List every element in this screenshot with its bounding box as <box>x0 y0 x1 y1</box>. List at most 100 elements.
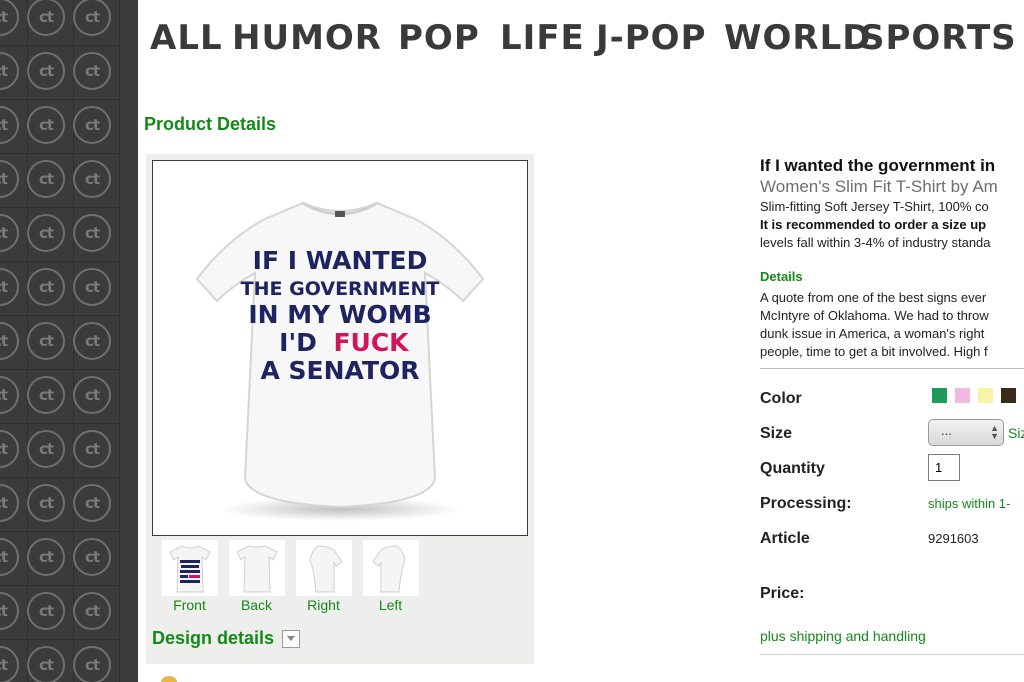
main-product-image[interactable]: IF I WANTED THE GOVERNMENT IN MY WOMB I'… <box>152 160 528 536</box>
ct-logo-tile: ct <box>22 370 74 424</box>
nav-j-pop[interactable]: J-POP <box>596 14 724 64</box>
section-heading: Product Details <box>144 114 277 134</box>
thumbnail-right-label: Right <box>307 597 340 613</box>
ct-logo-tile: ct <box>22 100 74 154</box>
nav-humor[interactable]: HUMOR <box>232 14 398 64</box>
ct-logo-icon: ct <box>73 52 111 90</box>
logo-pattern: ctctctctctctctctctctctctctctctctctctctct… <box>0 0 138 682</box>
size-select[interactable]: ... ▲ ▼ <box>928 419 1004 446</box>
details-line: McIntyre of Oklahoma. We had to throw <box>760 308 989 323</box>
ct-logo-icon: ct <box>27 430 65 468</box>
details-text: A quote from one of the best signs ever … <box>760 289 1024 361</box>
ct-logo-icon: ct <box>27 160 65 198</box>
quantity-input[interactable] <box>928 454 960 481</box>
color-swatch-brown[interactable] <box>1001 388 1016 403</box>
details-line: A quote from one of the best signs ever <box>760 290 987 305</box>
ct-logo-tile: ct <box>68 370 120 424</box>
product-description-3: levels fall within 3-4% of industry stan… <box>760 235 991 250</box>
ct-logo-icon: ct <box>0 106 19 144</box>
thumbnail-back-label: Back <box>240 597 273 613</box>
ct-logo-icon: ct <box>27 484 65 522</box>
article-label: Article <box>760 530 810 547</box>
color-swatches <box>932 388 1016 403</box>
ct-logo-tile: ct <box>68 478 120 532</box>
ct-logo-icon: ct <box>0 592 19 630</box>
ct-logo-tile: ct <box>68 100 120 154</box>
size-select-value: ... <box>941 423 952 438</box>
ct-logo-icon: ct <box>73 0 111 36</box>
shirt-text-line2: THE GOVERNMENT <box>241 278 440 300</box>
ct-logo-icon: ct <box>73 538 111 576</box>
top-nav: ALL HUMOR POP LIFE J-POP WORLD SPORTS <box>150 14 1016 64</box>
thumbnail-front-image <box>161 540 218 596</box>
ct-logo-icon: ct <box>0 322 19 360</box>
product-info: If I wanted the government in Women's Sl… <box>760 154 1024 682</box>
ct-logo-icon: ct <box>27 538 65 576</box>
ct-logo-icon: ct <box>73 214 111 252</box>
thumbnail-left[interactable]: Left <box>357 540 424 613</box>
thumbnail-row: Front Back Right Left <box>156 540 424 613</box>
ct-logo-icon: ct <box>0 160 19 198</box>
color-swatch-green[interactable] <box>932 388 947 403</box>
color-label: Color <box>760 390 802 407</box>
processing-label: Processing: <box>760 495 852 512</box>
design-details-label: Design details <box>152 628 275 648</box>
color-swatch-yellow[interactable] <box>978 388 993 403</box>
ct-logo-icon: ct <box>0 430 19 468</box>
nav-world[interactable]: WORLD <box>724 14 870 64</box>
ct-logo-tile: ct <box>68 46 120 100</box>
details-line: people, time to get a bit involved. High… <box>760 344 988 359</box>
thumbnail-front[interactable]: Front <box>156 540 223 613</box>
ct-logo-tile: ct <box>68 640 120 682</box>
ct-logo-tile: ct <box>68 316 120 370</box>
shirt-text-line1: IF I WANTED <box>253 246 428 275</box>
ct-logo-tile: ct <box>22 0 74 46</box>
ct-logo-tile: ct <box>22 154 74 208</box>
ct-logo-tile: ct <box>68 0 120 46</box>
ct-logo-icon: ct <box>73 430 111 468</box>
details-line: dunk issue in America, a woman's right <box>760 326 985 341</box>
nav-pop[interactable]: POP <box>398 14 500 64</box>
thumbnail-front-label: Front <box>173 597 206 613</box>
quantity-label: Quantity <box>760 460 825 477</box>
shipping-note: plus shipping and handling <box>760 628 926 644</box>
thumbnail-right[interactable]: Right <box>290 540 357 613</box>
divider <box>760 368 1024 369</box>
product-image-panel: IF I WANTED THE GOVERNMENT IN MY WOMB I'… <box>146 154 534 664</box>
ct-logo-icon: ct <box>0 646 19 682</box>
ct-logo-icon: ct <box>27 268 65 306</box>
ct-logo-tile: ct <box>68 424 120 478</box>
color-swatch-pink[interactable] <box>955 388 970 403</box>
ct-logo-tile: ct <box>22 532 74 586</box>
ct-logo-icon: ct <box>27 0 65 36</box>
nav-sports[interactable]: SPORTS <box>860 14 1016 64</box>
ct-logo-icon: ct <box>0 484 19 522</box>
ct-logo-tile: ct <box>22 640 74 682</box>
ct-logo-icon: ct <box>0 268 19 306</box>
size-chart-link[interactable]: Siz <box>1008 425 1024 441</box>
ct-logo-tile: ct <box>22 316 74 370</box>
left-sidebar: ctctctctctctctctctctctctctctctctctctctct… <box>0 0 138 682</box>
shirt-text-line4b: FUCK <box>333 328 410 357</box>
ct-logo-tile: ct <box>22 208 74 262</box>
thumbnail-back-image <box>228 540 285 596</box>
ct-logo-tile: ct <box>22 46 74 100</box>
ct-logo-icon: ct <box>27 592 65 630</box>
ct-logo-tile: ct <box>68 208 120 262</box>
thumbnail-left-image <box>362 540 419 596</box>
divider <box>760 654 1024 655</box>
ct-logo-icon: ct <box>27 106 65 144</box>
nav-all[interactable]: ALL <box>150 14 232 64</box>
design-details-toggle[interactable]: Design details <box>152 628 301 649</box>
chevron-down-icon[interactable] <box>282 629 301 648</box>
nav-life[interactable]: LIFE <box>500 14 596 64</box>
ct-logo-tile: ct <box>22 478 74 532</box>
size-label: Size <box>760 425 793 442</box>
ct-logo-icon: ct <box>73 268 111 306</box>
ct-logo-tile: ct <box>68 262 120 316</box>
ct-logo-icon: ct <box>73 106 111 144</box>
product-description-1: Slim-fitting Soft Jersey T-Shirt, 100% c… <box>760 199 989 214</box>
ct-logo-tile: ct <box>68 154 120 208</box>
ct-logo-icon: ct <box>73 322 111 360</box>
thumbnail-back[interactable]: Back <box>223 540 290 613</box>
